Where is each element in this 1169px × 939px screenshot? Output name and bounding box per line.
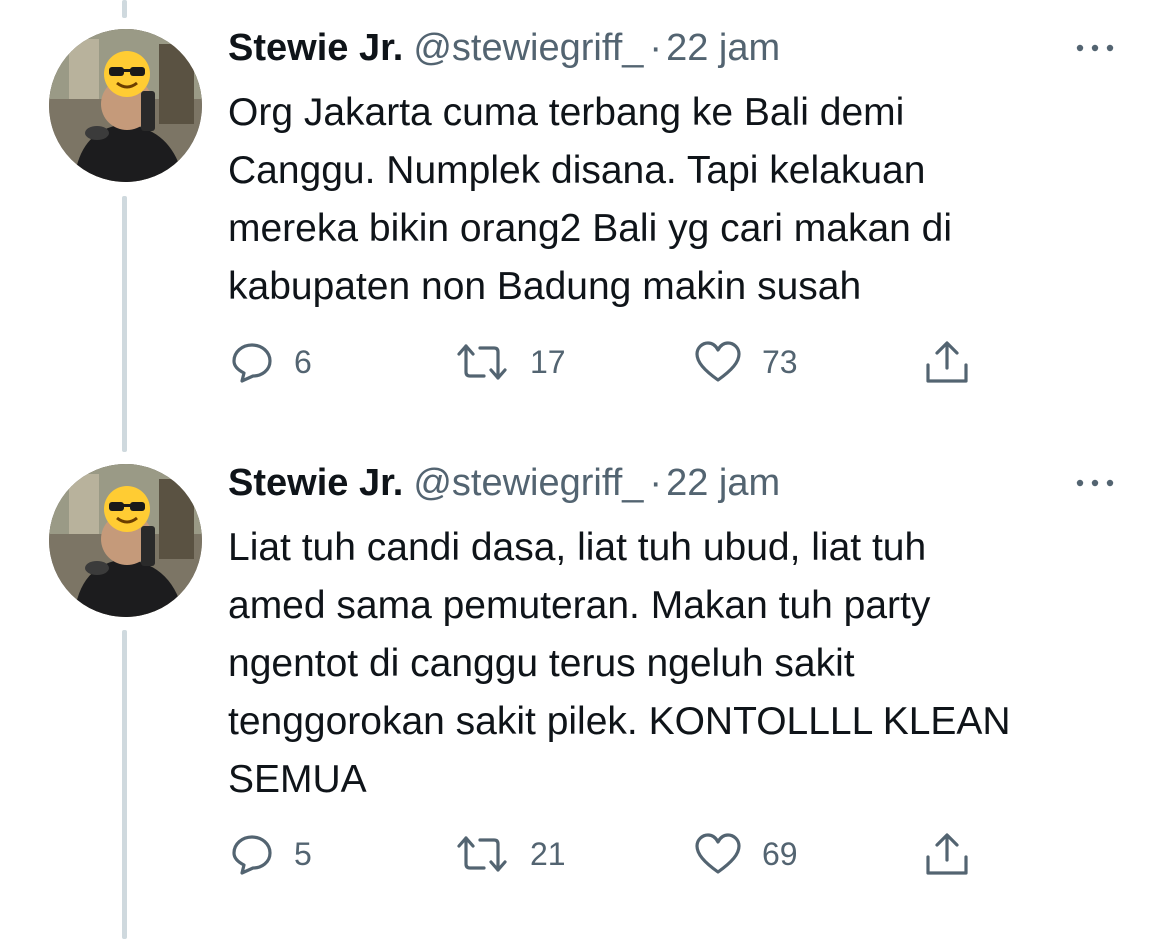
- tweet-actions: 6 17 73: [228, 336, 988, 388]
- tweet-timestamp[interactable]: 22 jam: [666, 462, 780, 504]
- tweet-text-line: SEMUA: [228, 758, 367, 801]
- like-count: 69: [762, 835, 798, 872]
- avatar[interactable]: [49, 29, 202, 182]
- tweet-text-line: tenggorokan sakit pilek. KONTOLLLL KLEAN: [228, 700, 1011, 743]
- tweet-text-line: amed sama pemuteran. Makan tuh party: [228, 584, 931, 627]
- thread-connector-line: [122, 630, 127, 939]
- tweet-text-line: Liat tuh candi dasa, liat tuh ubud, liat…: [228, 526, 927, 569]
- thread-view: Stewie Jr. @stewiegriff_ · 22 jam Org Jakar…: [0, 0, 1169, 939]
- retweet-button[interactable]: 21: [454, 828, 566, 880]
- tweet-header: Stewie Jr. @stewiegriff_ · 22 jam: [228, 22, 780, 74]
- share-upload-icon: [922, 338, 972, 386]
- avatar[interactable]: [49, 464, 202, 617]
- reply-count: 6: [294, 343, 312, 380]
- tweet-text-line: kabupaten non Badung makin susah: [228, 265, 862, 308]
- share-button[interactable]: [922, 828, 972, 880]
- tweet-text-line: Org Jakarta cuma terbang ke Bali demi: [228, 91, 905, 134]
- tweet-text-line: ngentot di canggu terus ngeluh sakit: [228, 642, 855, 685]
- thread-connector-line: [122, 196, 127, 452]
- tweet-text-line: Canggu. Numplek disana. Tapi kelakuan: [228, 149, 926, 192]
- more-dots-icon[interactable]: [1072, 475, 1118, 491]
- speech-bubble-icon: [230, 832, 274, 876]
- tweet-header: Stewie Jr. @stewiegriff_ · 22 jam: [228, 457, 780, 509]
- reply-count: 5: [294, 835, 312, 872]
- like-button[interactable]: 69: [694, 828, 798, 880]
- tweet-timestamp[interactable]: 22 jam: [666, 27, 780, 69]
- separator-dot: ·: [649, 462, 663, 504]
- more-dots-icon[interactable]: [1072, 40, 1118, 56]
- thread-connector-line: [122, 0, 127, 18]
- separator-dot: ·: [649, 27, 663, 69]
- retweet-count: 17: [530, 343, 566, 380]
- reply-button[interactable]: 6: [230, 336, 312, 388]
- reply-button[interactable]: 5: [230, 828, 312, 880]
- retweet-button[interactable]: 17: [454, 336, 566, 388]
- user-handle[interactable]: @stewiegriff_: [413, 462, 643, 504]
- tweet-actions: 5 21 69: [228, 828, 988, 880]
- retweet-arrows-icon: [454, 340, 510, 384]
- tweet-text: Org Jakarta cuma terbang ke Bali demi Ca…: [228, 84, 1148, 316]
- share-upload-icon: [922, 830, 972, 878]
- user-handle[interactable]: @stewiegriff_: [413, 27, 643, 69]
- display-name[interactable]: Stewie Jr.: [228, 27, 403, 69]
- display-name[interactable]: Stewie Jr.: [228, 462, 403, 504]
- speech-bubble-icon: [230, 340, 274, 384]
- share-button[interactable]: [922, 336, 972, 388]
- retweet-arrows-icon: [454, 832, 510, 876]
- retweet-count: 21: [530, 835, 566, 872]
- heart-outline-icon: [694, 832, 742, 876]
- like-count: 73: [762, 343, 798, 380]
- tweet-text-line: mereka bikin orang2 Bali yg cari makan d…: [228, 207, 953, 250]
- tweet-text: Liat tuh candi dasa, liat tuh ubud, liat…: [228, 519, 1148, 809]
- heart-outline-icon: [694, 340, 742, 384]
- like-button[interactable]: 73: [694, 336, 798, 388]
